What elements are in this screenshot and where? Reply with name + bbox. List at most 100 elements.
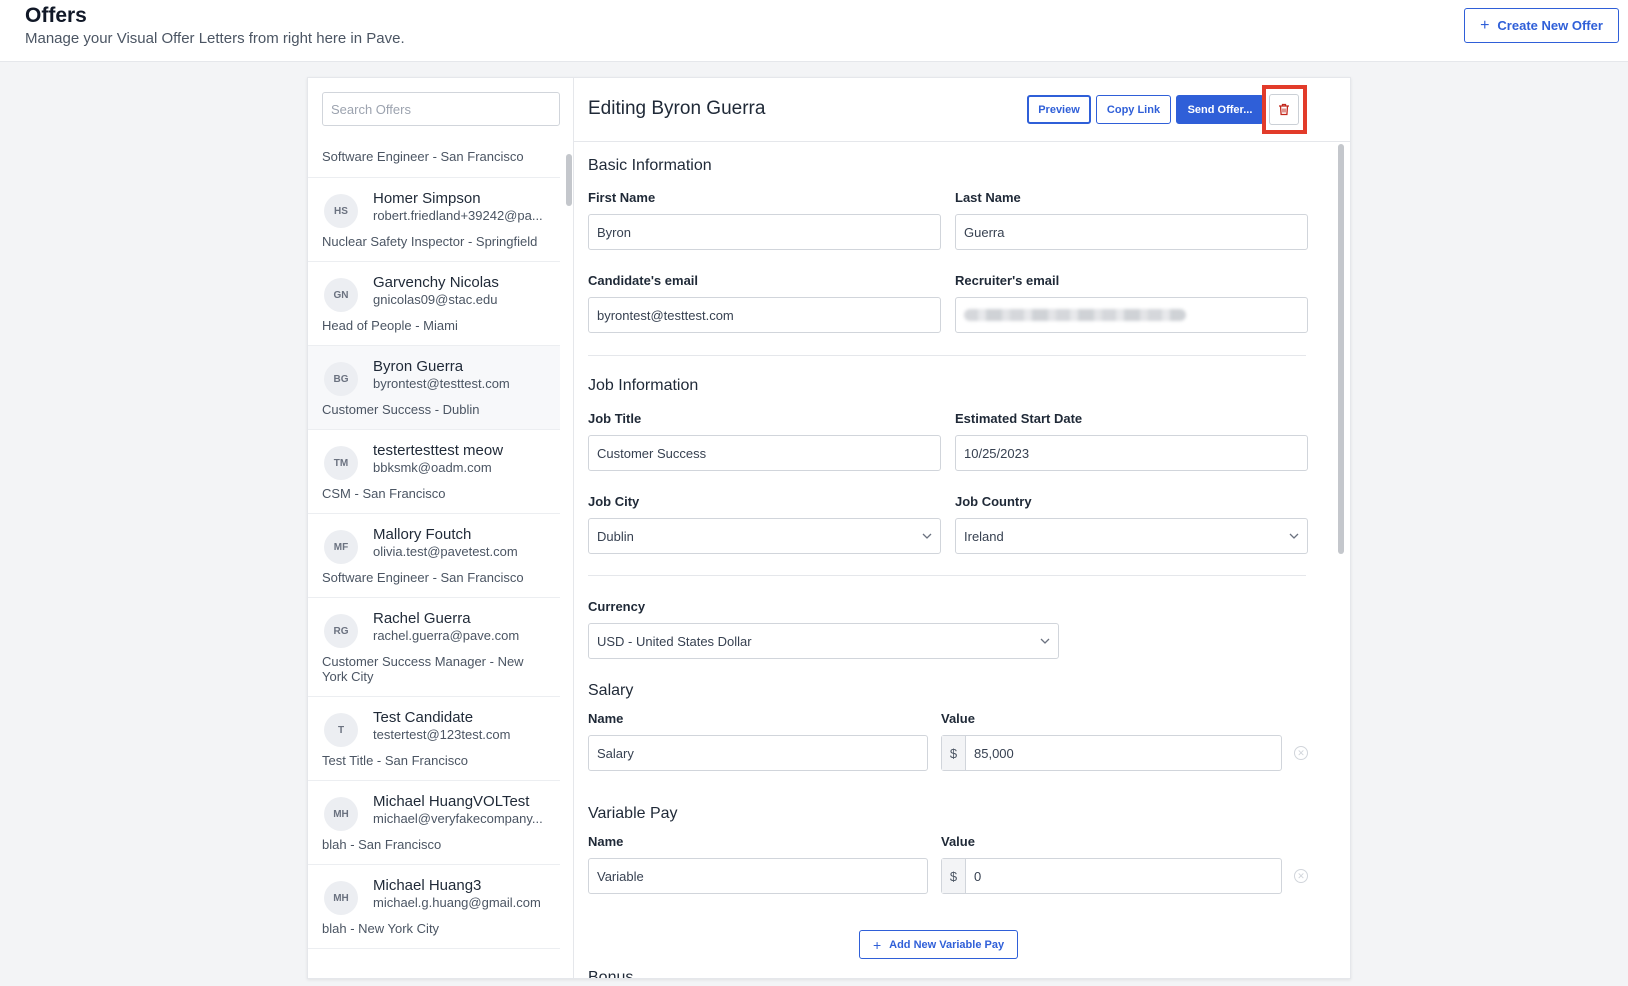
avatar: RG <box>324 614 358 648</box>
copy-link-button[interactable]: Copy Link <box>1096 95 1171 124</box>
list-item-email: rachel.guerra@pave.com <box>373 628 520 643</box>
list-item-name: testertesttest meow <box>373 442 504 459</box>
page-subtitle: Manage your Visual Offer Letters from ri… <box>25 30 405 47</box>
list-item-email: olivia.test@pavetest.com <box>373 544 518 559</box>
chevron-down-icon <box>1289 533 1299 539</box>
list-item[interactable]: Software Engineer - San Francisco <box>308 140 560 178</box>
candidate-email-label: Candidate's email <box>588 273 699 288</box>
avatar: GN <box>324 278 358 312</box>
remove-circle-icon[interactable]: ✕ <box>1294 746 1308 760</box>
search-offers-input[interactable] <box>322 92 560 126</box>
add-variable-pay-button[interactable]: + Add New Variable Pay <box>859 930 1018 959</box>
list-item[interactable]: GN Garvenchy Nicolas gnicolas09@stac.edu… <box>308 262 560 346</box>
send-offer-button[interactable]: Send Offer... <box>1176 95 1264 124</box>
redacted-email <box>964 309 1186 321</box>
avatar: MF <box>324 530 358 564</box>
editor-header: Editing Byron Guerra Preview Copy Link S… <box>574 78 1350 142</box>
list-item-role: Customer Success Manager - New York City <box>322 654 524 684</box>
avatar: HS <box>324 194 358 228</box>
list-item[interactable]: MH Michael HuangVOLTest michael@veryfake… <box>308 781 560 865</box>
list-item[interactable]: T Test Candidate testertest@123test.com … <box>308 697 560 781</box>
list-item-email: byrontest@testtest.com <box>373 376 510 391</box>
start-date-field[interactable]: 10/25/2023 <box>955 435 1308 471</box>
job-title-label: Job Title <box>588 411 642 426</box>
salary-value: 85,000 <box>974 745 1014 761</box>
list-item-email: michael.g.huang@gmail.com <box>373 895 541 910</box>
variable-name-field[interactable]: Variable <box>588 858 928 894</box>
list-item-role: blah - New York City <box>322 921 440 936</box>
add-variable-pay-label: Add New Variable Pay <box>889 938 1005 951</box>
list-item-role: blah - San Francisco <box>322 837 442 852</box>
job-city-select[interactable]: Dublin <box>588 518 941 554</box>
page-title: Offers <box>25 4 87 27</box>
candidate-email-field[interactable]: byrontest@testtest.com <box>588 297 941 333</box>
editor-title: Editing Byron Guerra <box>588 98 766 119</box>
chevron-down-icon <box>1040 638 1050 644</box>
salary-value-field[interactable]: $ 85,000 <box>941 735 1282 771</box>
divider <box>588 355 1306 356</box>
editor-scrollbar[interactable] <box>1338 144 1344 554</box>
currency-symbol: $ <box>942 859 966 893</box>
remove-circle-icon[interactable]: ✕ <box>1294 869 1308 883</box>
recruiter-email-label: Recruiter's email <box>955 273 1060 288</box>
list-item-role: Customer Success - Dublin <box>322 402 480 417</box>
basic-info-title: Basic Information <box>588 157 712 174</box>
top-bar: Offers Manage your Visual Offer Letters … <box>0 0 1628 62</box>
bonus-title: Bonus <box>588 969 634 979</box>
job-city-label: Job City <box>588 494 640 509</box>
list-item-name: Homer Simpson <box>373 190 481 207</box>
salary-value-label: Value <box>941 711 975 726</box>
editor-form: Basic Information First Name Byron Last … <box>574 143 1334 979</box>
list-item[interactable]: TM testertesttest meow bbksmk@oadm.com C… <box>308 430 560 514</box>
preview-button[interactable]: Preview <box>1027 95 1091 124</box>
job-country-label: Job Country <box>955 494 1032 509</box>
list-item-name: Mallory Foutch <box>373 526 472 543</box>
currency-select[interactable]: USD - United States Dollar <box>588 623 1059 659</box>
offers-card: Software Engineer - San Francisco HS Hom… <box>307 77 1351 979</box>
job-title-field[interactable]: Customer Success <box>588 435 941 471</box>
avatar: BG <box>324 362 358 396</box>
list-item[interactable]: MH Michael Huang3 michael.g.huang@gmail.… <box>308 865 560 949</box>
variable-name-label: Name <box>588 834 624 849</box>
avatar: MH <box>324 797 358 831</box>
chevron-down-icon <box>922 533 932 539</box>
list-item-email: michael@veryfakecompany... <box>373 811 543 826</box>
first-name-field[interactable]: Byron <box>588 214 941 250</box>
trash-icon <box>1279 103 1289 116</box>
salary-name-label: Name <box>588 711 624 726</box>
avatar: T <box>324 713 358 747</box>
salary-title: Salary <box>588 682 634 699</box>
job-country-value: Ireland <box>964 528 1004 544</box>
list-item[interactable]: HS Homer Simpson robert.friedland+39242@… <box>308 178 560 262</box>
job-country-select[interactable]: Ireland <box>955 518 1308 554</box>
delete-offer-button[interactable] <box>1269 94 1299 125</box>
last-name-label: Last Name <box>955 190 1021 205</box>
list-item-name: Garvenchy Nicolas <box>373 274 499 291</box>
variable-value-label: Value <box>941 834 975 849</box>
offer-editor: Editing Byron Guerra Preview Copy Link S… <box>574 78 1350 979</box>
list-item-selected[interactable]: BG Byron Guerra byrontest@testtest.com C… <box>308 346 560 430</box>
list-item-role: Head of People - Miami <box>322 318 458 333</box>
divider <box>588 575 1306 576</box>
currency-value: USD - United States Dollar <box>597 633 752 649</box>
list-item-email: bbksmk@oadm.com <box>373 460 492 475</box>
list-item[interactable]: MF Mallory Foutch olivia.test@pavetest.c… <box>308 514 560 598</box>
list-item[interactable]: RG Rachel Guerra rachel.guerra@pave.com … <box>308 598 560 697</box>
avatar: MH <box>324 881 358 915</box>
list-item-email: testertest@123test.com <box>373 727 511 742</box>
last-name-field[interactable]: Guerra <box>955 214 1308 250</box>
variable-value-field[interactable]: $ 0 <box>941 858 1282 894</box>
first-name-label: First Name <box>588 190 656 205</box>
list-item-name: Byron Guerra <box>373 358 464 375</box>
salary-name-field[interactable]: Salary <box>588 735 928 771</box>
currency-label: Currency <box>588 599 646 614</box>
list-scrollbar[interactable] <box>566 154 572 206</box>
plus-icon: + <box>1480 16 1490 34</box>
create-new-offer-button[interactable]: + Create New Offer <box>1464 8 1619 43</box>
list-item-role: CSM - San Francisco <box>322 486 446 501</box>
offers-list[interactable]: Software Engineer - San Francisco HS Hom… <box>308 140 560 978</box>
create-new-offer-label: Create New Offer <box>1497 18 1603 33</box>
job-info-title: Job Information <box>588 377 699 394</box>
recruiter-email-field[interactable] <box>955 297 1308 333</box>
variable-value: 0 <box>974 868 982 884</box>
